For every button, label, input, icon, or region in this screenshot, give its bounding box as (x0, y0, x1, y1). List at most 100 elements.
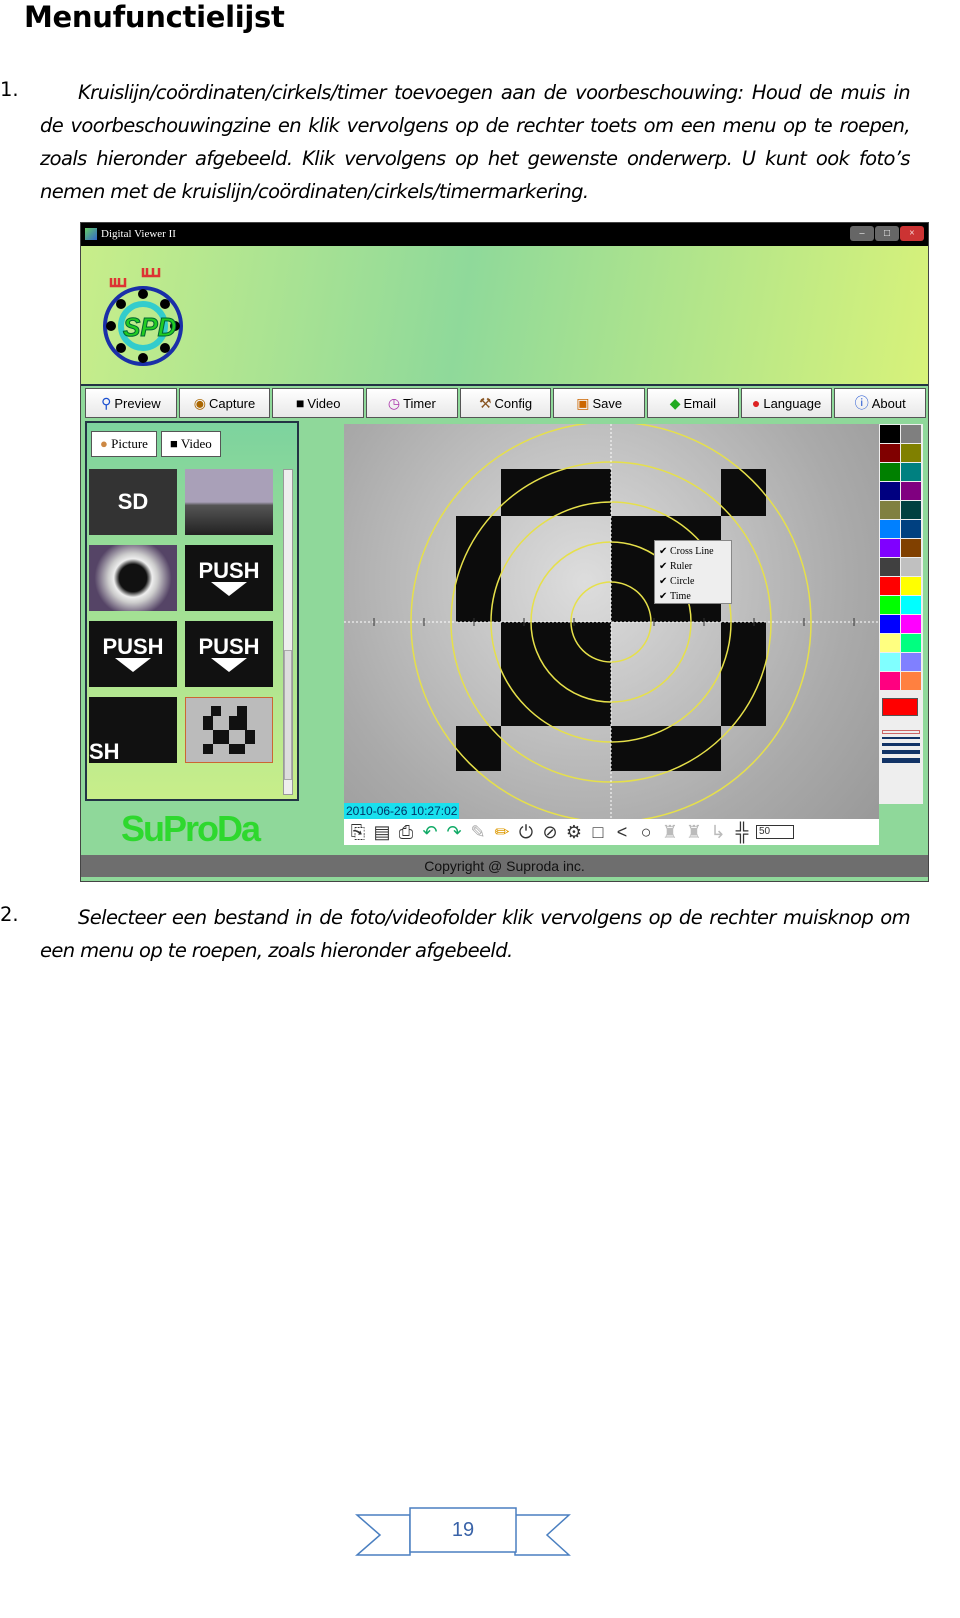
color-swatch[interactable] (880, 520, 900, 538)
item-number: 2. (0, 903, 19, 926)
tab-email[interactable]: ◆ Email (647, 388, 739, 418)
color-swatch[interactable] (901, 501, 921, 519)
print-icon[interactable]: ⎙ (396, 822, 416, 843)
color-swatch[interactable] (901, 596, 921, 614)
rectangle-icon[interactable]: □ (588, 822, 608, 843)
timer-icon[interactable]: ⏻ (516, 822, 536, 843)
stamp-icon[interactable]: ♜ (660, 822, 680, 843)
thumbnail[interactable] (89, 545, 177, 611)
menu-item-time[interactable]: ✔ Time (659, 589, 731, 604)
thumbnail[interactable]: SD (89, 469, 177, 535)
tab-language[interactable]: ● Language (740, 388, 833, 418)
edit-icon[interactable]: ✎ (468, 822, 488, 843)
color-swatch[interactable] (880, 425, 900, 443)
color-swatch[interactable] (880, 672, 900, 690)
color-swatch[interactable] (901, 482, 921, 500)
color-swatch[interactable] (901, 539, 921, 557)
tab-about[interactable]: ⓘ About (834, 388, 927, 418)
maximize-button[interactable]: □ (875, 226, 899, 241)
close-button[interactable]: × (900, 226, 924, 241)
color-swatch[interactable] (901, 444, 921, 462)
color-swatch[interactable] (880, 501, 900, 519)
color-swatch[interactable] (901, 653, 921, 671)
color-swatch[interactable] (880, 653, 900, 671)
tab-label: Preview (114, 395, 161, 411)
color-swatch[interactable] (880, 444, 900, 462)
pointer-icon[interactable]: ↳ (708, 822, 728, 843)
color-swatch[interactable] (901, 558, 921, 576)
thumbnail[interactable] (185, 469, 273, 535)
grid-icon[interactable]: ╬ (732, 822, 752, 843)
thumbnail[interactable]: PUSH (185, 621, 273, 687)
color-swatch[interactable] (880, 482, 900, 500)
svg-text:SPD: SPD (123, 312, 177, 342)
subtab-label: Picture (111, 436, 148, 451)
color-swatch[interactable] (901, 463, 921, 481)
angle-icon[interactable]: < (612, 822, 632, 843)
tab-label: Email (683, 395, 717, 411)
color-swatch[interactable] (901, 615, 921, 633)
color-swatch[interactable] (880, 615, 900, 633)
tab-preview[interactable]: ⚲ Preview (85, 388, 177, 418)
gear-icon[interactable]: ⚙ (564, 822, 584, 843)
context-menu: ✔ Cross Line ✔ Ruler ✔ Circle ✔ Time (654, 540, 732, 604)
menu-item-cross-line[interactable]: ✔ Cross Line (659, 544, 731, 559)
tab-save[interactable]: ▣ Save (553, 388, 646, 418)
color-swatch[interactable] (901, 520, 921, 538)
tab-timer[interactable]: ◷ Timer (366, 388, 458, 418)
circle-icon[interactable]: ○ (636, 822, 656, 843)
timestamp: 2010-06-26 10:27:02 (344, 803, 460, 819)
suproda-logo: SuProDa (121, 808, 261, 849)
color-swatch[interactable] (880, 463, 900, 481)
pencil-icon[interactable]: ✏ (492, 822, 512, 843)
subtab-video[interactable]: ■ Video (160, 431, 221, 457)
no-icon[interactable]: ⊘ (540, 822, 560, 843)
item-text: Kruislijn/coördinaten/cirkels/timer toev… (40, 81, 911, 203)
tab-label: About (871, 395, 906, 411)
thumbnail[interactable]: PUSH (89, 621, 177, 687)
thumbnail-selected[interactable] (185, 697, 273, 763)
color-swatch[interactable] (880, 558, 900, 576)
tab-config[interactable]: ⚒ Config (459, 388, 552, 418)
redo-icon[interactable]: ↷ (444, 822, 464, 843)
window-title: Digital Viewer II (101, 228, 176, 240)
grid-size-input[interactable]: 50 (756, 825, 794, 839)
thumbnail[interactable]: PUSH (185, 545, 273, 611)
lips-icon: ● (751, 395, 761, 411)
color-swatch[interactable] (901, 634, 921, 652)
color-swatch[interactable] (880, 634, 900, 652)
thumbnail[interactable]: SH (89, 697, 177, 763)
magnifier-icon: ⚲ (101, 394, 112, 411)
spd-logo: SPD (103, 268, 183, 366)
menu-item-circle[interactable]: ✔ Circle (659, 574, 731, 589)
tab-label: Config (494, 395, 533, 411)
color-swatch[interactable] (901, 577, 921, 595)
stamp-icon[interactable]: ♜ (684, 822, 704, 843)
tab-label: Save (592, 395, 623, 411)
preview-area[interactable]: ✔ Cross Line ✔ Ruler ✔ Circle ✔ Time (344, 421, 879, 823)
title-bar: Digital Viewer II – □ × (81, 223, 928, 246)
color-swatch[interactable] (880, 596, 900, 614)
undo-icon[interactable]: ↶ (420, 822, 440, 843)
tab-capture[interactable]: ◉ Capture (178, 388, 271, 418)
menu-item-ruler[interactable]: ✔ Ruler (659, 559, 731, 574)
subtab-picture[interactable]: ● Picture (91, 431, 157, 457)
banner: SPD (81, 246, 928, 384)
thumbnail-scrollbar[interactable] (283, 469, 293, 795)
tab-label: Timer (403, 395, 436, 411)
color-swatch[interactable] (901, 672, 921, 690)
open-icon[interactable]: ⎘ (348, 822, 368, 843)
page-number: 19 (451, 1519, 475, 1541)
save-icon[interactable]: ▤ (372, 822, 392, 843)
item-text: Selecteer een bestand in de foto/videofo… (40, 906, 911, 962)
clock-icon: ◷ (387, 394, 401, 411)
minimize-button[interactable]: – (850, 226, 874, 241)
main-tabs: ⚲ Preview ◉ Capture ■ Video ◷ Timer ⚒ Config … (81, 384, 928, 418)
status-bar: Copyright @ Suproda inc. (81, 855, 928, 877)
info-icon: ⓘ (854, 395, 869, 411)
color-swatch[interactable] (880, 577, 900, 595)
color-swatch[interactable] (901, 425, 921, 443)
color-swatch[interactable] (880, 539, 900, 557)
line-width-selector[interactable] (882, 730, 920, 763)
tab-video[interactable]: ■ Video (272, 388, 365, 418)
